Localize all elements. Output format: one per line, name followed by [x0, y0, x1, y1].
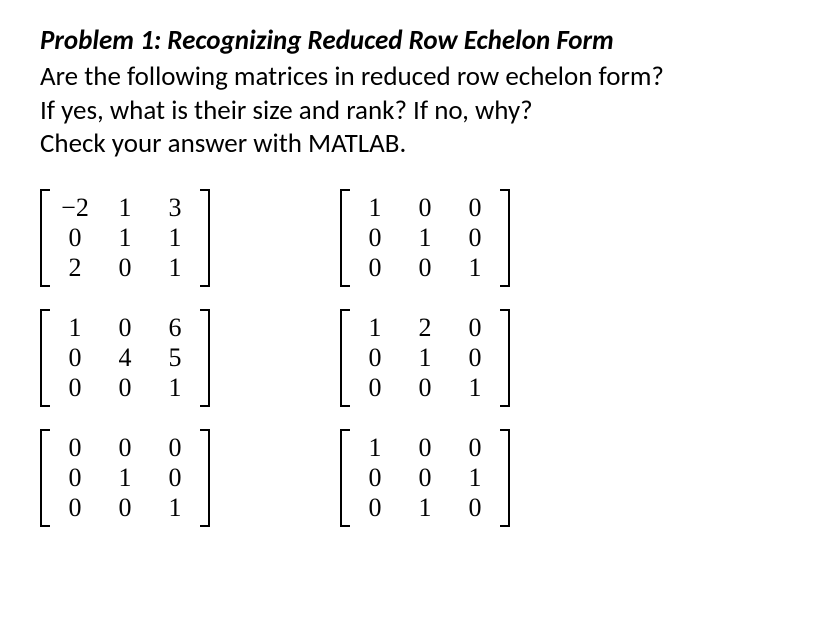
matrix-cell: 1 [350, 433, 400, 463]
matrix-cell: 1 [450, 373, 500, 403]
matrix-cell: 0 [350, 223, 400, 253]
bracket-left-icon [340, 309, 350, 407]
matrix-cell: 2 [50, 253, 100, 283]
matrix-cell: 3 [150, 193, 200, 223]
matrix-cell: −2 [50, 193, 100, 223]
matrix-cell: 1 [150, 373, 200, 403]
matrix-cell: 0 [400, 373, 450, 403]
matrix-cell: 0 [50, 223, 100, 253]
matrix-cell: 0 [100, 433, 150, 463]
matrix-cell: 0 [50, 433, 100, 463]
problem-page: Problem 1: Recognizing Reduced Row Echel… [0, 0, 816, 569]
matrix-cell: 1 [100, 223, 150, 253]
matrix-cell: 1 [150, 223, 200, 253]
bracket-right-icon [200, 429, 210, 527]
bracket-left-icon [340, 429, 350, 527]
matrix-cell: 4 [100, 343, 150, 373]
matrix-4: 120 010 001 [340, 309, 510, 407]
matrix-cell: 1 [150, 493, 200, 523]
bracket-right-icon [500, 189, 510, 287]
matrix-cell: 0 [350, 373, 400, 403]
matrix-row-1: −213 011 201 100 010 001 [40, 189, 776, 287]
matrix-cell: 0 [100, 253, 150, 283]
matrix-cell: 1 [100, 463, 150, 493]
matrix-cell: 0 [450, 313, 500, 343]
matrix-3: 106 045 001 [40, 309, 210, 407]
matrix-1: −213 011 201 [40, 189, 210, 287]
matrix-cell: 0 [350, 253, 400, 283]
matrix-cell: 1 [400, 343, 450, 373]
matrix-cell: 2 [400, 313, 450, 343]
matrix-cell: 0 [400, 253, 450, 283]
matrix-cell: 0 [450, 193, 500, 223]
bracket-left-icon [340, 189, 350, 287]
matrix-cell: 0 [350, 493, 400, 523]
bracket-left-icon [40, 429, 50, 527]
matrix-cell: 0 [50, 493, 100, 523]
bracket-right-icon [500, 429, 510, 527]
bracket-right-icon [500, 309, 510, 407]
matrix-6: 100 001 010 [340, 429, 510, 527]
bracket-right-icon [200, 189, 210, 287]
matrix-cell: 0 [450, 493, 500, 523]
matrix-cell: 0 [350, 463, 400, 493]
matrix-cell: 0 [50, 343, 100, 373]
matrix-cell: 0 [50, 463, 100, 493]
matrix-cell: 0 [50, 373, 100, 403]
problem-text-line2: If yes, what is their size and rank? If … [40, 94, 776, 128]
matrix-cell: 0 [350, 343, 400, 373]
matrix-cell: 5 [150, 343, 200, 373]
matrix-cell: 1 [150, 253, 200, 283]
matrix-2: 100 010 001 [340, 189, 510, 287]
matrix-cell: 1 [400, 223, 450, 253]
matrices-grid: −213 011 201 100 010 001 106 [40, 189, 776, 527]
matrix-cell: 1 [450, 253, 500, 283]
matrix-cell: 1 [350, 313, 400, 343]
matrix-cell: 0 [450, 343, 500, 373]
matrix-5: 000 010 001 [40, 429, 210, 527]
matrix-cell: 0 [100, 313, 150, 343]
matrix-cell: 0 [400, 193, 450, 223]
matrix-cell: 0 [150, 433, 200, 463]
matrix-cell: 0 [400, 463, 450, 493]
problem-text-line1: Are the following matrices in reduced ro… [40, 60, 776, 94]
matrix-cell: 0 [450, 433, 500, 463]
problem-title: Problem 1: Recognizing Reduced Row Echel… [40, 24, 776, 58]
matrix-cell: 1 [450, 463, 500, 493]
matrix-cell: 1 [50, 313, 100, 343]
problem-text-line3: Check your answer with MATLAB. [40, 127, 776, 161]
matrix-row-2: 106 045 001 120 010 001 [40, 309, 776, 407]
bracket-right-icon [200, 309, 210, 407]
matrix-cell: 1 [350, 193, 400, 223]
matrix-cell: 1 [100, 193, 150, 223]
matrix-cell: 0 [400, 433, 450, 463]
matrix-cell: 0 [450, 223, 500, 253]
bracket-left-icon [40, 189, 50, 287]
matrix-cell: 1 [400, 493, 450, 523]
matrix-cell: 0 [100, 493, 150, 523]
bracket-left-icon [40, 309, 50, 407]
matrix-cell: 0 [100, 373, 150, 403]
matrix-row-3: 000 010 001 100 001 010 [40, 429, 776, 527]
matrix-cell: 0 [150, 463, 200, 493]
matrix-cell: 6 [150, 313, 200, 343]
